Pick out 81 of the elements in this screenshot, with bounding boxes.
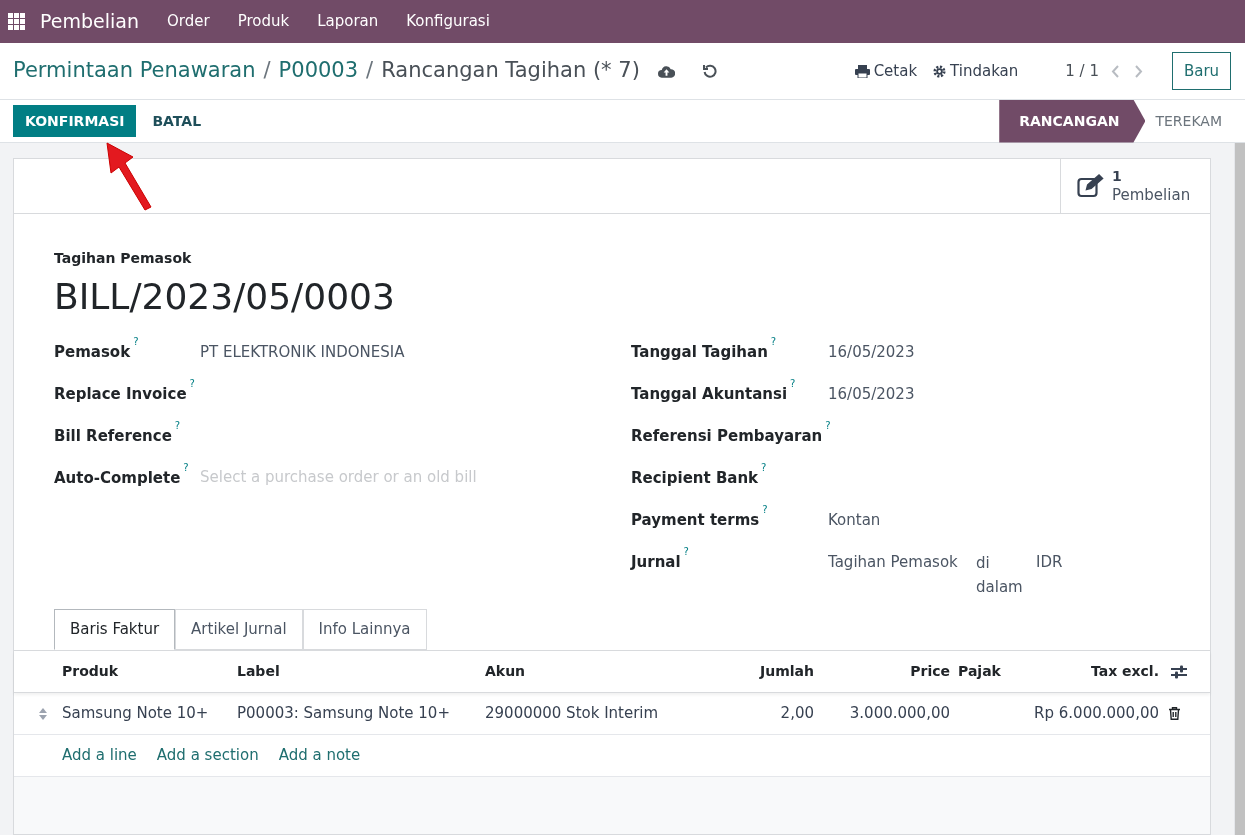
cloud-upload-icon[interactable] — [657, 64, 675, 78]
field-label: Auto-Complete — [54, 468, 181, 489]
add-line-link[interactable]: Add a section — [156, 744, 259, 767]
field-value[interactable]: Kontan — [828, 509, 881, 532]
undo-icon[interactable] — [702, 64, 717, 78]
help-tooltip[interactable]: ? — [174, 421, 181, 431]
help-tooltip[interactable]: ? — [790, 379, 796, 389]
menu-item[interactable]: Konfigurasi — [392, 10, 504, 33]
notebook-tab[interactable]: Info Lainnya — [302, 609, 427, 650]
table-cell-text: Rp 6.000.000,00 — [1033, 703, 1159, 725]
breadcrumb-separator: / — [366, 57, 374, 85]
currency-field[interactable]: IDR — [1036, 551, 1063, 574]
confirm-button[interactable]: KONFIRMASI — [13, 105, 137, 137]
table-cell-text: 2,00 — [779, 703, 814, 725]
field-label: Pemasok — [54, 342, 131, 363]
column-header[interactable]: Pajak — [950, 661, 1011, 682]
add-line-link[interactable]: Add a line — [62, 744, 137, 767]
table-cell-text: 29000000 Stok Interim — [485, 703, 660, 725]
field-label: Bill Reference — [54, 426, 172, 447]
print-button[interactable]: Cetak — [854, 59, 918, 83]
help-tooltip[interactable]: ? — [133, 337, 139, 347]
status-stage[interactable]: TEREKAM — [1145, 99, 1232, 143]
field-value[interactable]: 16/05/2023 — [828, 341, 915, 364]
smart-button-label: Pembelian — [1112, 186, 1191, 205]
menu-item[interactable]: Produk — [223, 10, 304, 33]
field-label: Recipient Bank — [631, 468, 759, 489]
help-tooltip[interactable]: ? — [762, 505, 768, 515]
column-header[interactable]: Produk — [62, 661, 237, 682]
input-field[interactable]: Select a purchase order or an old bill — [200, 466, 500, 489]
pager-value: 1 / 1 — [1065, 60, 1099, 82]
help-tooltip[interactable]: ? — [189, 379, 195, 389]
help-tooltip[interactable]: ? — [825, 421, 831, 431]
breadcrumb-separator: / — [263, 57, 271, 85]
drag-handle-icon[interactable] — [39, 707, 47, 720]
table-cell-text: 3.000.000,00 — [848, 703, 950, 725]
scrollbar[interactable] — [1234, 143, 1245, 835]
table-cell-text: P00003: Samsung Note 10+ — [237, 703, 451, 725]
smart-button-count: 1 — [1112, 167, 1123, 186]
help-tooltip[interactable]: ? — [770, 337, 777, 347]
printer-icon — [854, 64, 870, 78]
field-label: Payment terms — [631, 510, 760, 531]
gear-icon — [933, 64, 947, 78]
field-value[interactable]: PT ELEKTRONIK INDONESIA — [200, 341, 405, 364]
field-connector: di dalam — [976, 553, 1024, 598]
column-header[interactable]: Tax excl. — [1011, 661, 1159, 682]
notebook-tab[interactable]: Artikel Jurnal — [175, 609, 303, 650]
menu-item[interactable]: Laporan — [303, 10, 393, 33]
menu-item[interactable]: Order — [153, 10, 224, 33]
apps-menu-icon[interactable] — [8, 13, 25, 30]
trash-icon[interactable] — [1169, 707, 1180, 720]
new-button[interactable]: Baru — [1172, 52, 1231, 90]
column-header[interactable]: Akun — [485, 661, 721, 682]
table-cell-text: Samsung Note 10+ — [62, 703, 210, 725]
add-line-link[interactable]: Add a note — [278, 744, 361, 767]
column-header[interactable]: Price — [814, 661, 950, 682]
cancel-button[interactable]: BATAL — [136, 105, 218, 137]
column-header[interactable]: Jumlah — [721, 661, 814, 682]
field-label: Jurnal — [631, 552, 681, 573]
purchase-smart-button[interactable]: 1 Pembelian — [1060, 159, 1210, 213]
breadcrumb-link[interactable]: P00003 — [278, 55, 359, 87]
breadcrumb-current: Rancangan Tagihan (* 7) — [381, 57, 640, 85]
field-value[interactable]: 16/05/2023 — [828, 383, 915, 406]
record-title: BILL/2023/05/0003 — [54, 275, 396, 319]
field-label: Tanggal Akuntansi — [631, 384, 788, 405]
arrow-annotation — [105, 141, 153, 211]
help-tooltip[interactable]: ? — [683, 547, 689, 557]
breadcrumb-link[interactable]: Permintaan Penawaran — [13, 55, 256, 87]
sliders-icon[interactable] — [1171, 664, 1187, 679]
help-tooltip[interactable]: ? — [761, 463, 767, 473]
journal-field[interactable]: Tagihan Pemasok — [828, 551, 976, 574]
edit-icon — [1077, 174, 1104, 198]
notebook-tab[interactable]: Baris Faktur — [54, 609, 176, 650]
status-stage[interactable]: RANCANGAN — [999, 99, 1146, 143]
help-tooltip[interactable]: ? — [183, 463, 189, 473]
field-label: Referensi Pembayaran — [631, 426, 823, 447]
record-type-label: Tagihan Pemasok — [54, 249, 193, 268]
action-button[interactable]: Tindakan — [933, 59, 1019, 83]
field-label: Tanggal Tagihan — [631, 342, 768, 363]
column-header[interactable]: Label — [237, 661, 485, 682]
app-name[interactable]: Pembelian — [40, 7, 139, 36]
field-label: Replace Invoice — [54, 384, 187, 405]
